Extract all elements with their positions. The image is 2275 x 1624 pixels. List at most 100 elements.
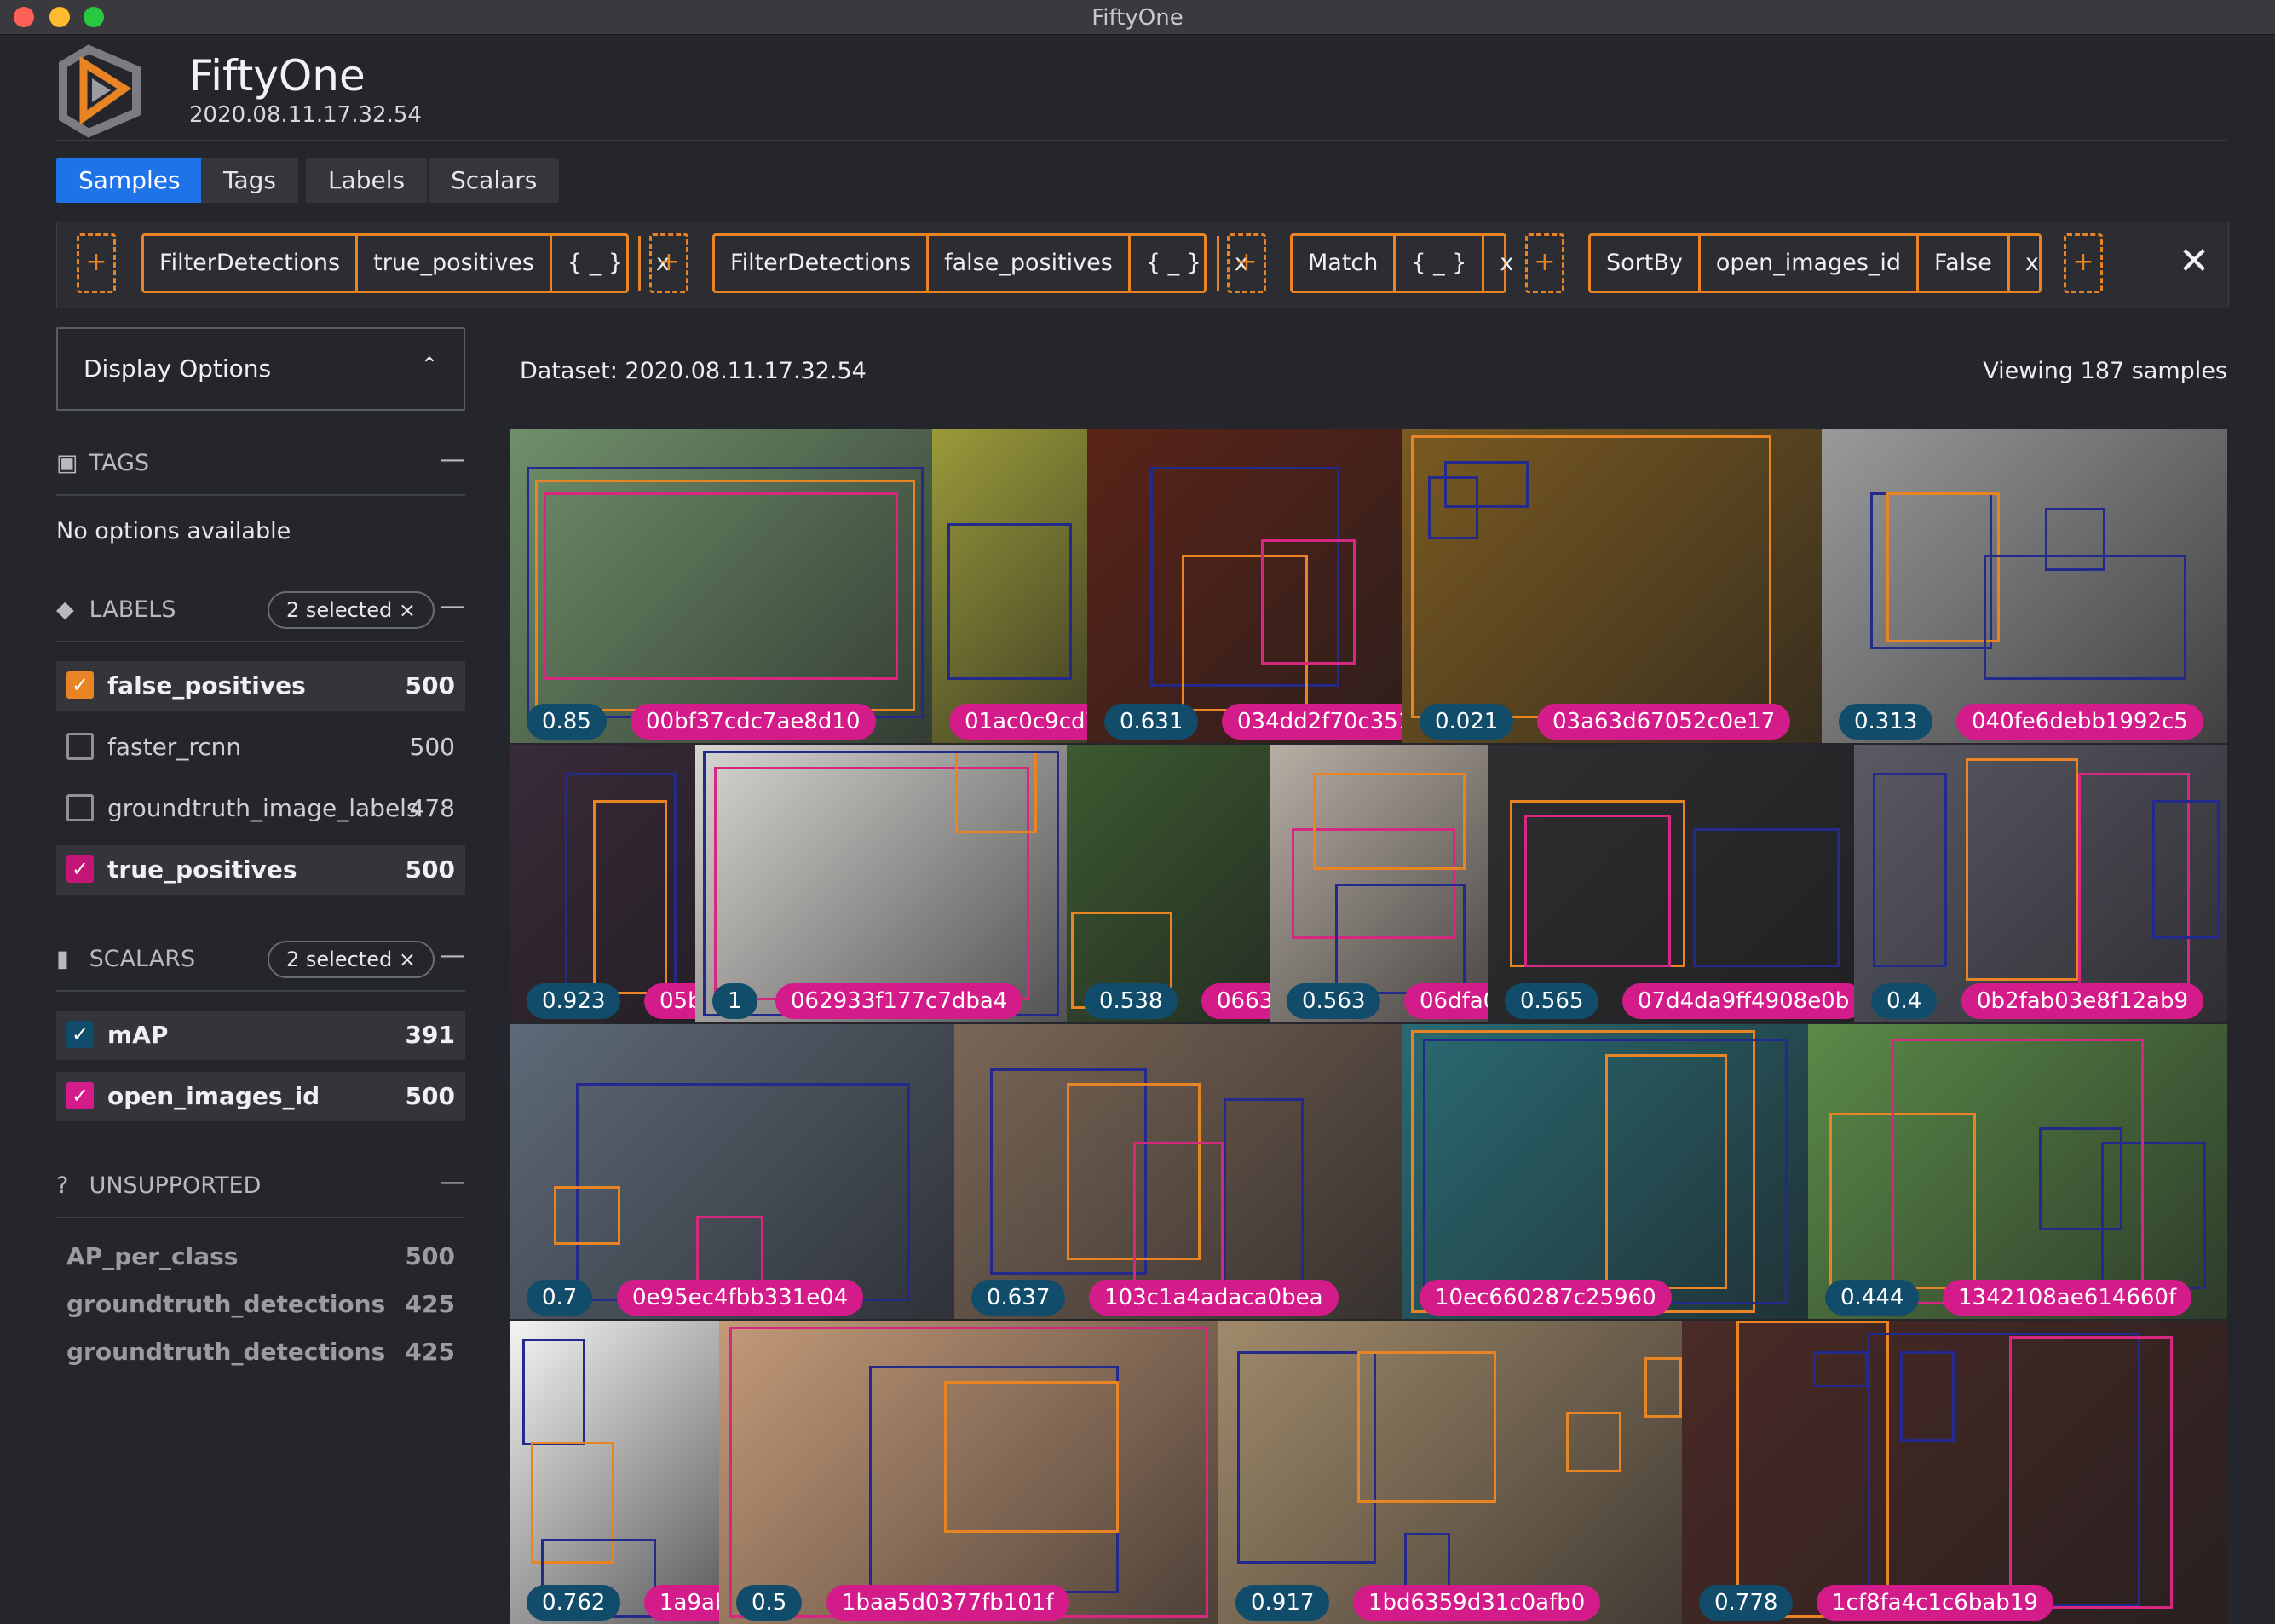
map-score-badge: 0.5	[736, 1585, 803, 1621]
sample-tile[interactable]: 0.923 05b67510db58	[510, 745, 695, 1022]
sample-tile[interactable]: 0.021 03a63d67052c0e17	[1402, 429, 1822, 743]
stage-expression[interactable]: { _ }	[1131, 236, 1219, 291]
stage-field[interactable]: true_positives	[358, 236, 552, 291]
checkbox-icon[interactable]	[66, 733, 94, 760]
stage-filter-true-positives[interactable]: FilterDetections true_positives { _ } x	[141, 233, 670, 293]
add-stage-button[interactable]: +	[1227, 233, 1266, 293]
detection-box	[1566, 1411, 1622, 1472]
label-row-true-positives[interactable]: ✓ true_positives 500	[56, 845, 465, 895]
tags-section-title[interactable]: ▣ TAGS	[56, 450, 149, 476]
unsupported-section-title[interactable]: ? UNSUPPORTED	[56, 1172, 261, 1199]
display-options-label: Display Options	[84, 354, 272, 383]
detection-box	[2152, 800, 2220, 940]
collapse-tags-icon[interactable]: —	[440, 445, 465, 475]
section-divider	[56, 494, 465, 496]
sample-tile[interactable]: 0.762 1a9ab7e910d89c	[510, 1321, 719, 1624]
scalar-row-map[interactable]: ✓ mAP 391	[56, 1011, 465, 1060]
scalars-selected-pill[interactable]: 2 selected ×	[268, 941, 435, 978]
map-score-badge: 0.923	[527, 983, 621, 1019]
window-title: FiftyOne	[1091, 5, 1184, 31]
open-images-id-badge: 1cf8fa4c1c6bab19	[1817, 1585, 2053, 1621]
stage-field[interactable]: open_images_id	[1701, 236, 1920, 291]
remove-stage-button[interactable]: x	[2010, 236, 2054, 291]
label-row-false-positives[interactable]: ✓ false_positives 500	[56, 661, 465, 711]
sample-tile[interactable]: 0.538 06631be322c626	[1067, 745, 1270, 1022]
remove-stage-button[interactable]: x	[1484, 236, 1529, 291]
open-images-id-badge: 0b2fab03e8f12ab9	[1961, 983, 2204, 1019]
labels-section-title[interactable]: ◆ LABELS	[56, 596, 176, 623]
unsupported-row: AP_per_class 500	[66, 1242, 455, 1270]
label-row-faster-rcnn[interactable]: faster_rcnn 500	[56, 723, 465, 772]
stage-expression[interactable]: { _ }	[552, 236, 642, 291]
tab-samples[interactable]: Samples	[56, 158, 203, 203]
stage-name[interactable]: FilterDetections	[715, 236, 930, 291]
checkbox-checked-icon[interactable]: ✓	[66, 671, 94, 699]
sample-tile[interactable]: 10ec660287c25960	[1402, 1024, 1808, 1319]
sample-tile[interactable]: 01ac0c9cd7	[932, 429, 1087, 743]
window-title-bar: FiftyOne	[0, 0, 2275, 35]
unsupported-row: groundtruth_detections 425	[66, 1290, 455, 1318]
stage-name[interactable]: Match	[1293, 236, 1397, 291]
add-stage-button[interactable]: +	[649, 233, 688, 293]
sample-tile[interactable]: 0.565 07d4da9ff4908e0b	[1488, 745, 1854, 1022]
scalar-row-open-images-id[interactable]: ✓ open_images_id 500	[56, 1072, 465, 1121]
clear-stages-close-icon[interactable]: ✕	[2173, 240, 2215, 283]
map-score-badge: 0.563	[1287, 983, 1381, 1019]
sample-tile[interactable]: 0.563 06dfa012176831d	[1270, 745, 1488, 1022]
help-circle-icon: ?	[56, 1172, 69, 1199]
sample-tile[interactable]: 0.5 1baa5d0377fb101f	[719, 1321, 1218, 1624]
sample-tile[interactable]: 0.917 1bd6359d31c0afb0	[1218, 1321, 1682, 1624]
detection-box	[2044, 508, 2106, 571]
display-options-toggle[interactable]: Display Options ⌃	[56, 327, 465, 411]
detection-box	[702, 750, 1060, 1017]
sample-tile[interactable]: 0.778 1cf8fa4c1c6bab19	[1682, 1321, 2227, 1624]
add-stage-button[interactable]: +	[77, 233, 116, 293]
checkbox-checked-icon[interactable]: ✓	[66, 855, 94, 883]
checkbox-checked-icon[interactable]: ✓	[66, 1021, 94, 1048]
stage-field[interactable]: false_positives	[929, 236, 1131, 291]
tab-labels[interactable]: Labels	[306, 158, 428, 203]
detection-box	[947, 523, 1072, 681]
tab-tags[interactable]: Tags	[201, 158, 298, 203]
unsupported-row: groundtruth_detections 425	[66, 1338, 455, 1366]
section-divider	[56, 990, 465, 992]
bar-chart-icon: ▮	[56, 946, 69, 972]
stage-reverse[interactable]: False	[1919, 236, 2010, 291]
detection-box	[729, 1327, 1209, 1618]
label-row-groundtruth-image-labels[interactable]: groundtruth_image_labels 478	[56, 784, 465, 833]
collapse-scalars-icon[interactable]: —	[440, 941, 465, 970]
stage-name[interactable]: SortBy	[1591, 236, 1701, 291]
map-score-badge: 0.85	[527, 704, 607, 740]
open-images-id-badge: 103c1a4adaca0bea	[1089, 1280, 1339, 1316]
sample-tile[interactable]: 0.637 103c1a4adaca0bea	[954, 1024, 1402, 1319]
sample-tile[interactable]: 1 062933f177c7dba4	[695, 745, 1067, 1022]
fiftyone-logo-icon	[55, 44, 148, 138]
stage-filter-false-positives[interactable]: FilterDetections false_positives { _ } x	[712, 233, 1248, 293]
sample-tile[interactable]: 0.7 0e95ec4fbb331e04	[510, 1024, 954, 1319]
detection-box	[1605, 1053, 1727, 1290]
map-score-badge: 0.7	[527, 1280, 593, 1316]
checkbox-checked-icon[interactable]: ✓	[66, 1082, 94, 1109]
open-images-id-badge: 034dd2f70c351749	[1222, 704, 1402, 740]
checkbox-icon[interactable]	[66, 794, 94, 821]
stage-expression[interactable]: { _ }	[1396, 236, 1485, 291]
stage-match[interactable]: Match { _ } x	[1290, 233, 1513, 293]
tab-scalars[interactable]: Scalars	[429, 158, 560, 203]
labels-selected-pill[interactable]: 2 selected ×	[268, 591, 435, 629]
sample-tile[interactable]: 0.631 034dd2f70c351749	[1087, 429, 1402, 743]
detection-box	[1966, 758, 2078, 982]
stage-name[interactable]: FilterDetections	[144, 236, 359, 291]
add-stage-button[interactable]: +	[2064, 233, 2103, 293]
sample-tile[interactable]: 0.4 0b2fab03e8f12ab9	[1854, 745, 2227, 1022]
sample-tile[interactable]: 0.444 1342108ae614660f	[1808, 1024, 2227, 1319]
section-divider	[56, 641, 465, 642]
stage-sort-by[interactable]: SortBy open_images_id False x	[1588, 233, 2042, 293]
collapse-labels-icon[interactable]: —	[440, 591, 465, 621]
collapse-unsupported-icon[interactable]: —	[440, 1167, 465, 1197]
add-stage-button[interactable]: +	[1525, 233, 1564, 293]
scalars-section-title[interactable]: ▮ SCALARS	[56, 946, 195, 972]
sample-tile[interactable]: 0.313 040fe6debb1992c5	[1822, 429, 2227, 743]
dataset-version: 2020.08.11.17.32.54	[189, 102, 422, 128]
detection-box	[1223, 1097, 1305, 1290]
sample-tile[interactable]: 0.85 00bf37cdc7ae8d10	[510, 429, 932, 743]
